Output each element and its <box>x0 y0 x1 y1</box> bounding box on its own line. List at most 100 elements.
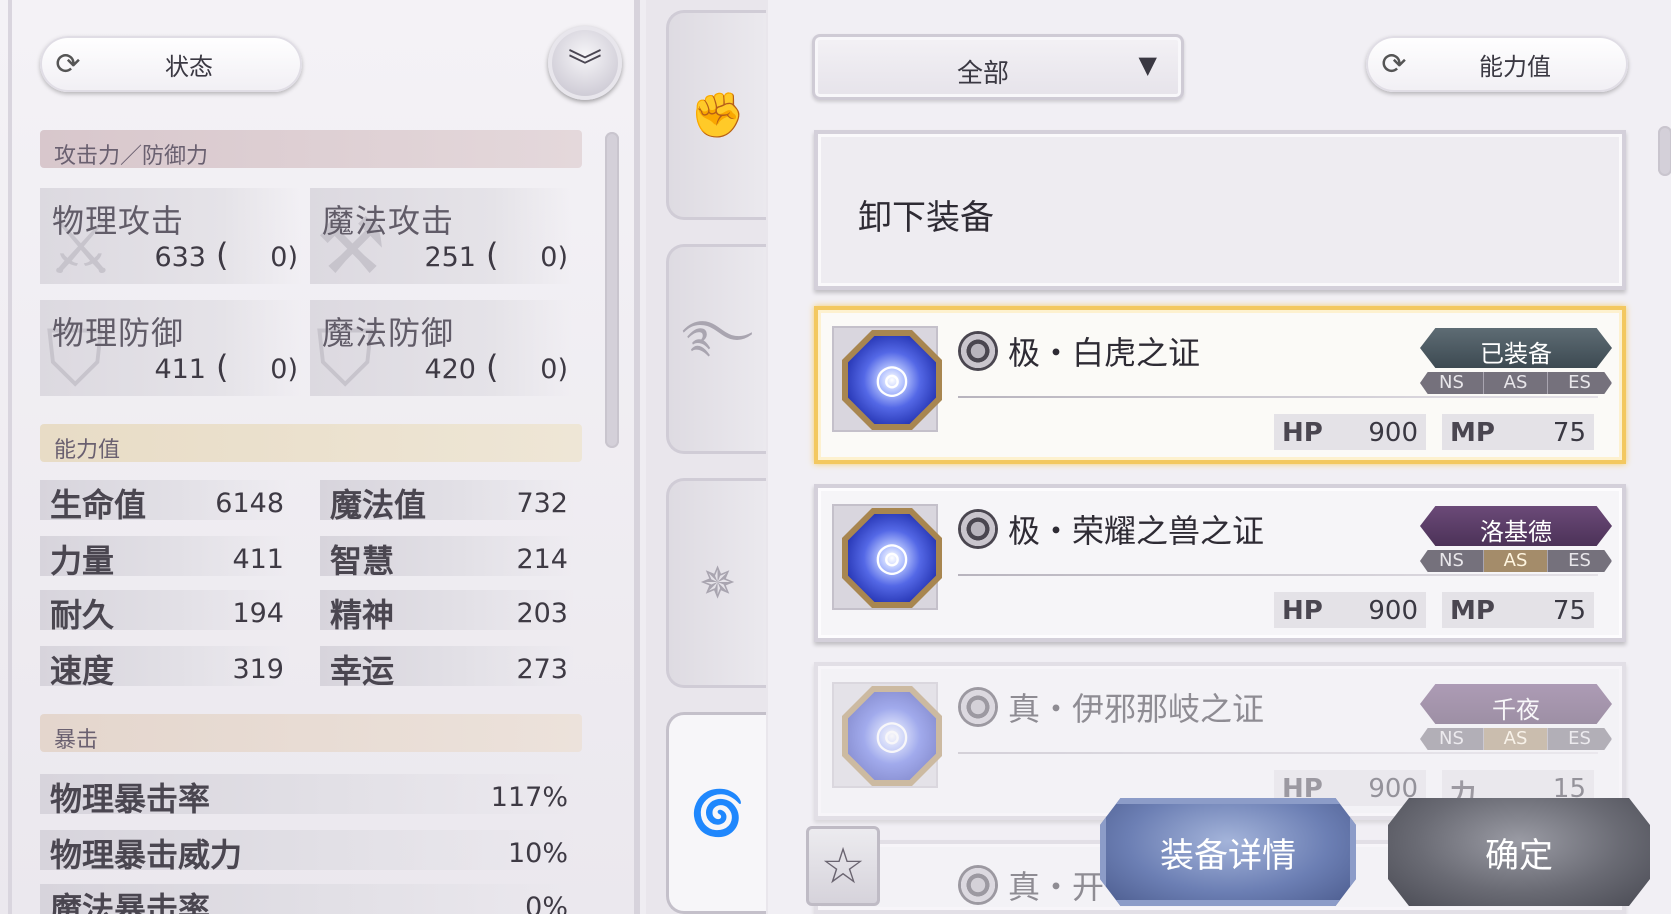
stat-name: 耐久 <box>50 596 115 634</box>
item-stat: HP 900 <box>1274 592 1426 628</box>
stat-row-hp: 生命值 6148 <box>40 480 290 524</box>
stat-bonus: 0) <box>540 354 568 385</box>
equipment-category-tabs: ✊ ࿐ ✵ 🌀 <box>646 0 768 914</box>
item-name: 极・荣耀之兽之证 <box>1008 512 1265 550</box>
stat-bonus: 0) <box>270 354 298 385</box>
favorite-button[interactable]: ☆ <box>806 826 880 906</box>
divider <box>958 574 1598 576</box>
stat-name: 物理暴击威力 <box>50 836 243 874</box>
tag-ns: NS <box>1420 728 1484 750</box>
type-tags: NS AS ES <box>1420 372 1612 394</box>
stat-value: 10% <box>507 838 568 869</box>
refresh-icon: ⟳ <box>1381 46 1407 82</box>
magic-attack-stat: ⚒ 魔法攻击 251 ( 0) <box>310 188 572 284</box>
equipment-item[interactable]: ◎ 真・伊邪那岐之证 千夜 NS AS ES HP 900 力 15 <box>814 662 1626 820</box>
status-toggle-button[interactable]: ⟳ 状态 <box>40 36 302 92</box>
stat-bonus: 0) <box>270 242 298 273</box>
owner-tag: 已装备 <box>1420 328 1612 368</box>
tab-proof[interactable]: 🌀 <box>666 712 766 914</box>
status-scrollbar[interactable] <box>605 132 619 448</box>
stat-value: 411 <box>232 544 284 575</box>
unequip-label: 卸下装备 <box>858 198 994 238</box>
rank-emblem-icon <box>958 509 998 549</box>
paren: ( <box>486 348 499 386</box>
stat-row-speed: 速度 319 <box>40 646 290 690</box>
vortex-icon: 🌀 <box>690 788 745 839</box>
stat-value: 194 <box>232 598 284 629</box>
tab-weapon[interactable]: ✊ <box>666 10 766 220</box>
blue-gem-icon: ◎ <box>842 330 942 430</box>
tab-accessory[interactable]: ࿐ <box>666 244 766 454</box>
stat-row-spirit: 精神 203 <box>320 590 574 634</box>
item-name: 极・白虎之证 <box>1008 334 1201 372</box>
stat-value: 0% <box>525 892 568 914</box>
section-header-crit: 暴击 <box>40 714 582 753</box>
item-icon-frame: ◎ <box>832 682 942 788</box>
stat-val: 75 <box>1552 418 1586 448</box>
refresh-icon: ⟳ <box>55 46 81 82</box>
stat-value: 411 <box>154 354 206 385</box>
stat-row-phys-crit-rate: 物理暴击率 117% <box>40 774 574 818</box>
sort-label: 能力值 <box>1479 52 1551 81</box>
stat-value: 319 <box>232 654 284 685</box>
physical-defense-stat: ⛉ 物理防御 411 ( 0) <box>40 300 302 396</box>
tag-ns: NS <box>1420 550 1484 572</box>
divider <box>958 752 1598 754</box>
list-scrollbar[interactable] <box>1658 126 1671 176</box>
collapse-button[interactable]: ︾ <box>548 26 622 100</box>
stat-row-phys-crit-power: 物理暴击威力 10% <box>40 830 574 874</box>
stat-value: 420 <box>424 354 476 385</box>
stat-val: 900 <box>1368 596 1418 626</box>
stat-value: 732 <box>516 488 568 519</box>
blue-gem-icon: ◎ <box>842 508 942 608</box>
divider <box>958 396 1598 398</box>
equipment-list-panel: 全部 ▼ ⟳ 能力值 卸下装备 ◎ 极・白虎之证 已装备 NS AS ES HP… <box>768 0 1671 914</box>
blue-gem-icon: ◎ <box>842 686 942 786</box>
item-stat: MP 75 <box>1442 592 1594 628</box>
unequip-button[interactable]: 卸下装备 <box>814 130 1626 290</box>
stat-value: 117% <box>490 782 568 813</box>
fist-icon: ✊ <box>690 90 745 141</box>
stat-name: 魔法值 <box>330 486 427 524</box>
stat-name: 物理暴击率 <box>50 780 211 818</box>
chevron-double-down-icon: ︾ <box>568 46 602 87</box>
section-header-ability: 能力值 <box>40 424 582 463</box>
filter-dropdown[interactable]: 全部 ▼ <box>812 34 1184 100</box>
tab-emblem[interactable]: ✵ <box>666 478 766 688</box>
stat-val: 900 <box>1368 418 1418 448</box>
stat-key: HP <box>1282 418 1323 448</box>
stat-value: 203 <box>516 598 568 629</box>
type-tags: NS AS ES <box>1420 728 1612 750</box>
item-title: 极・白虎之证 <box>958 328 1200 374</box>
sort-button[interactable]: ⟳ 能力值 <box>1366 36 1628 92</box>
stat-row-magic-crit-rate: 魔法暴击率 0% <box>40 884 574 914</box>
owner-tag: 洛基德 <box>1420 506 1612 546</box>
filter-value: 全部 <box>956 59 1009 89</box>
stat-name: 智慧 <box>330 542 395 580</box>
stat-name: 精神 <box>330 596 395 634</box>
equipment-item[interactable]: ◎ 极・荣耀之兽之证 洛基德 NS AS ES HP 900 MP 75 <box>814 484 1626 642</box>
stat-name: 速度 <box>50 652 115 690</box>
owner-tag: 千夜 <box>1420 684 1612 724</box>
stat-value: 214 <box>516 544 568 575</box>
stat-value: 251 <box>424 242 476 273</box>
tag-es: ES <box>1548 550 1612 572</box>
stat-row-luck: 幸运 273 <box>320 646 574 690</box>
item-icon-frame: ◎ <box>832 504 942 610</box>
stat-bonus: 0) <box>540 242 568 273</box>
equipment-detail-button[interactable]: 装备详情 <box>1100 798 1356 906</box>
status-panel: ⟳ 状态 ︾ 攻击力／防御力 ⚔ 物理攻击 633 ( 0) ⚒ 魔法攻击 25… <box>0 0 640 914</box>
tag-as: AS <box>1484 550 1548 572</box>
stat-value: 273 <box>516 654 568 685</box>
equipment-item[interactable]: ◎ 极・白虎之证 已装备 NS AS ES HP 900 MP 75 <box>814 306 1626 464</box>
stat-name: 物理防御 <box>52 314 185 352</box>
tag-es: ES <box>1548 372 1612 394</box>
item-name: 真・伊邪那岐之证 <box>1008 690 1265 728</box>
stat-name: 生命值 <box>50 486 147 524</box>
type-tags: NS AS ES <box>1420 550 1612 572</box>
rank-emblem-icon <box>958 687 998 727</box>
confirm-button[interactable]: 确定 <box>1388 798 1650 906</box>
status-label: 状态 <box>165 52 213 81</box>
tag-es: ES <box>1548 728 1612 750</box>
stat-row-endurance: 耐久 194 <box>40 590 290 634</box>
